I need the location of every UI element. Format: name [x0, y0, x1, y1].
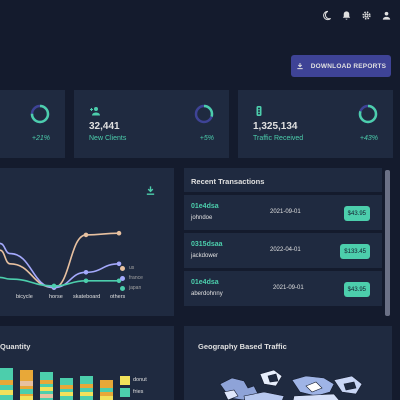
- data-point-japan: [51, 283, 57, 289]
- bar: [40, 380, 53, 384]
- legend-dot: [120, 265, 125, 271]
- transaction-row[interactable]: 01e4dsa johndoe 2021-09-01 $43.95: [184, 195, 382, 233]
- stat-label: New Clients: [89, 135, 127, 142]
- stat-card-new-clients: 32,441 New Clients +5%: [74, 90, 229, 158]
- transaction-amount-badge: $133.45: [340, 244, 370, 259]
- transaction-row[interactable]: 0315dsaa jackdower 2022-04-01 $133.45: [184, 233, 382, 271]
- bar: [40, 394, 53, 398]
- bar-chart-card: Quantity donut fries: [0, 326, 174, 400]
- stat-percent: +43%: [359, 135, 378, 142]
- recent-transactions-panel: Recent Transactions 01e4dsa johndoe 2021…: [184, 168, 392, 316]
- bar: [0, 380, 13, 385]
- traffic-icon: [256, 106, 262, 116]
- legend-label: donut: [133, 377, 147, 383]
- bar: [100, 388, 113, 392]
- download-icon: [297, 63, 303, 70]
- legend-item-fries[interactable]: fries: [120, 386, 147, 398]
- transaction-user: johndoe: [191, 215, 213, 221]
- person-add-icon: [90, 107, 100, 116]
- legend-item-france[interactable]: france: [120, 273, 143, 283]
- data-point-us: [83, 232, 89, 238]
- x-tick-skateboard: skateboard: [73, 294, 101, 300]
- transaction-id: 01e4dsa: [191, 203, 219, 210]
- legend-swatch: [120, 387, 130, 397]
- chart-legend: us france japan: [120, 263, 143, 293]
- transaction-user: aberdohnny: [191, 291, 223, 297]
- transaction-date: 2022-04-01: [270, 247, 301, 253]
- dark-mode-moon-icon[interactable]: [321, 10, 332, 21]
- x-tick-others: others: [110, 294, 126, 300]
- map-region: [292, 393, 340, 400]
- data-point-us: [116, 230, 122, 236]
- legend-item-donut[interactable]: donut: [120, 374, 147, 386]
- transaction-date: 2021-09-01: [270, 209, 301, 215]
- line-chart-card: us france japan bicycle horse skateboard…: [0, 168, 174, 316]
- bar: [80, 392, 93, 396]
- transaction-date: 2021-09-01: [273, 285, 304, 291]
- progress-ring: [194, 104, 214, 124]
- legend-item-japan[interactable]: japan: [120, 283, 143, 293]
- bar: [20, 389, 33, 394]
- transaction-user: jackdower: [191, 253, 219, 259]
- geography-card: Geography Based Traffic: [184, 326, 392, 400]
- progress-ring: [30, 104, 50, 124]
- transactions-scrollbar[interactable]: [385, 170, 390, 316]
- bar: [0, 390, 13, 395]
- bar-chart: [0, 368, 113, 400]
- stat-percent: +5%: [199, 135, 214, 142]
- progress-ring: [358, 104, 378, 124]
- topbar-icons: [321, 10, 392, 21]
- notifications-bell-icon[interactable]: [341, 10, 352, 21]
- legend-dot: [120, 285, 125, 291]
- transaction-row[interactable]: 01e4dsa aberdohnny 2021-09-01 $43.95: [184, 271, 382, 309]
- download-reports-label: DOWNLOAD REPORTS: [310, 62, 387, 70]
- legend-label: france: [129, 275, 143, 281]
- stat-card-traffic: 1,325,134 Traffic Received +43%: [238, 90, 393, 158]
- transaction-id: 0315dsaa: [191, 241, 223, 248]
- profile-person-icon[interactable]: [381, 10, 392, 21]
- transactions-title: Recent Transactions: [184, 168, 382, 195]
- world-map: [219, 369, 363, 400]
- transaction-amount-badge: $43.95: [343, 206, 370, 221]
- data-point-japan: [83, 278, 89, 284]
- data-point-france: [83, 270, 89, 275]
- bar: [80, 384, 93, 388]
- stat-percent: +21%: [31, 135, 50, 142]
- stat-value: 32,441: [89, 121, 120, 132]
- bar: [60, 392, 73, 396]
- bar: [20, 396, 33, 400]
- legend-label: japan: [129, 285, 142, 291]
- transaction-amount-badge: $43.95: [343, 282, 370, 297]
- bar: [40, 387, 53, 391]
- legend-dot: [120, 275, 125, 281]
- transaction-id: 01e4dsa: [191, 279, 219, 286]
- legend-item-us[interactable]: us: [120, 263, 143, 273]
- x-tick-horse: horse: [49, 294, 63, 300]
- stat-card-1: +21%: [0, 90, 65, 158]
- bar: [100, 396, 113, 400]
- bar: [20, 381, 33, 386]
- stat-value: 1,325,134: [253, 121, 298, 132]
- bar: [60, 385, 73, 389]
- legend-label: us: [129, 265, 135, 271]
- bar-legend: donut fries: [120, 374, 147, 398]
- legend-label: fries: [133, 389, 144, 395]
- download-reports-button[interactable]: DOWNLOAD REPORTS: [291, 55, 391, 77]
- settings-gear-icon[interactable]: [361, 10, 372, 21]
- legend-swatch: [120, 375, 130, 385]
- stat-label: Traffic Received: [253, 135, 304, 142]
- x-tick-bicycle: bicycle: [16, 294, 33, 300]
